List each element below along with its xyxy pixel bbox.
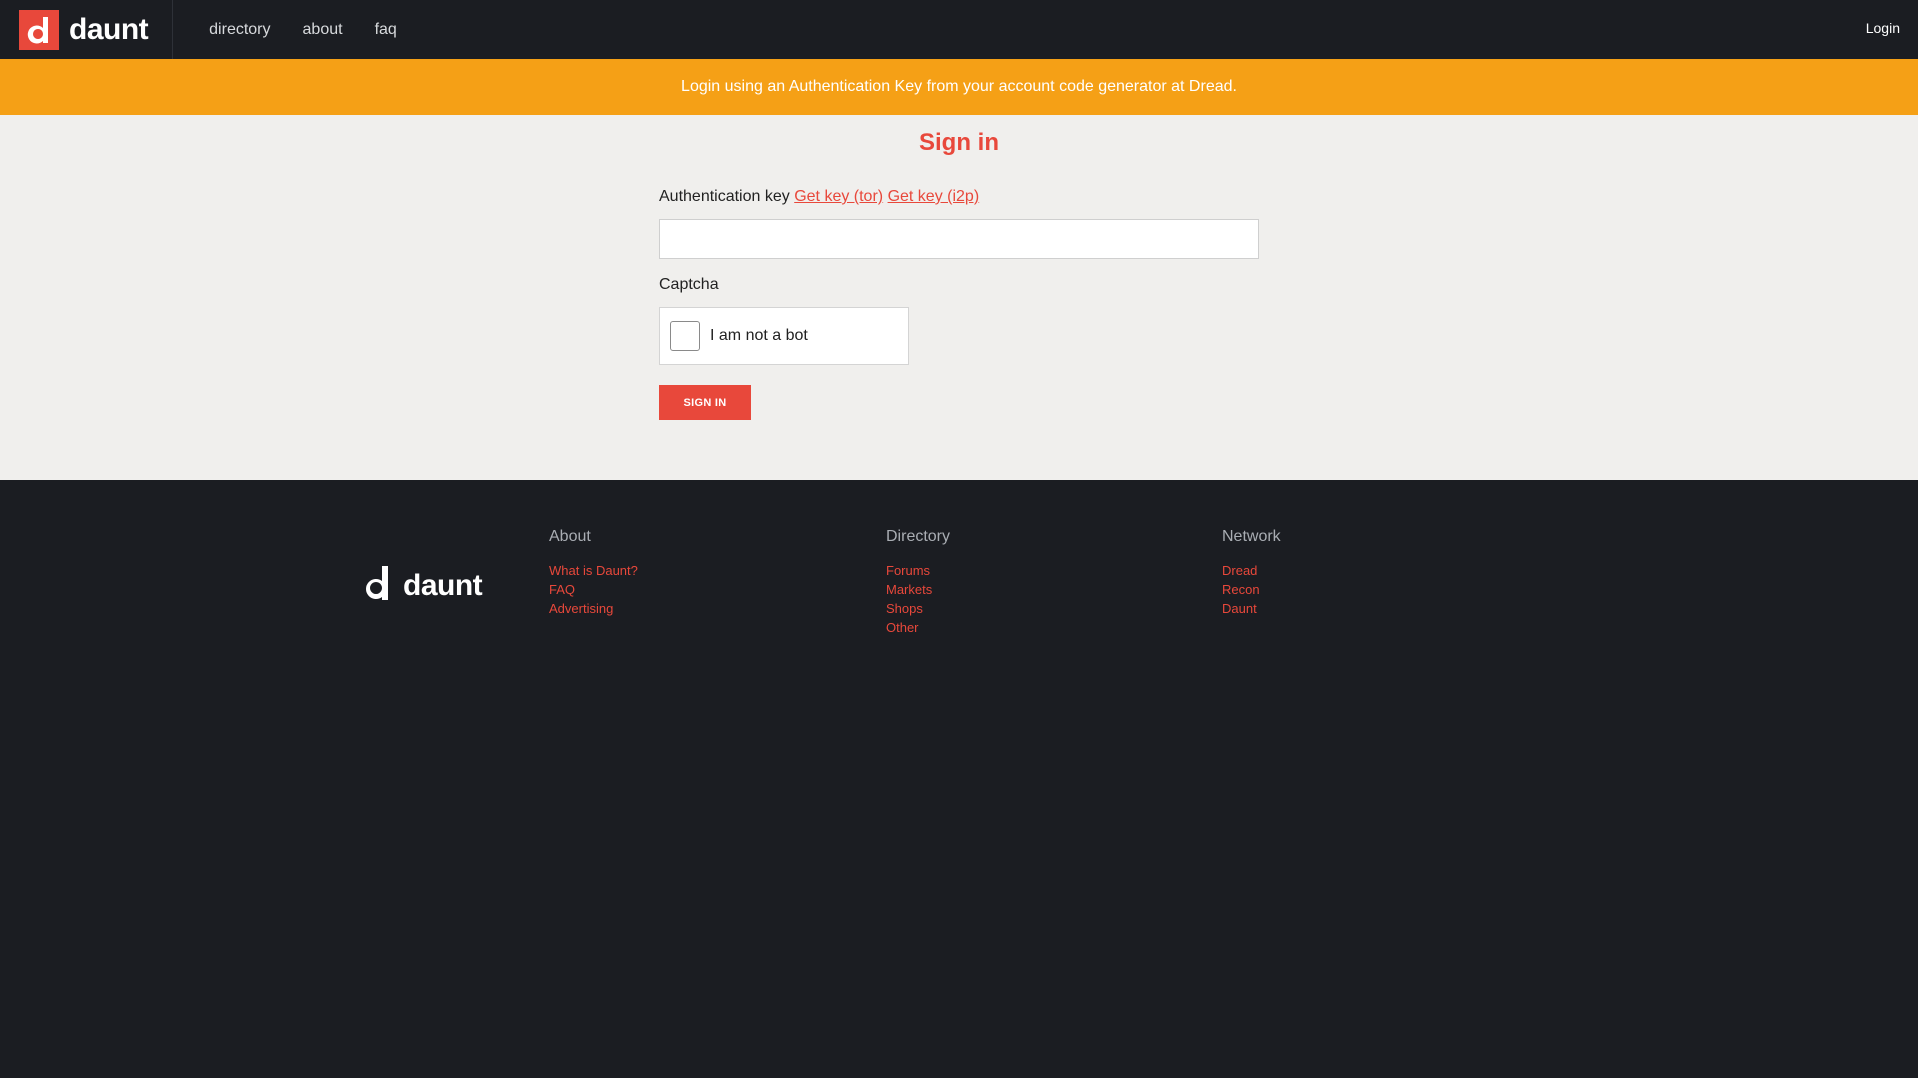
- footer-link-recon[interactable]: Recon: [1222, 580, 1281, 599]
- auth-key-label-row: Authentication key Get key (tor) Get key…: [659, 188, 1259, 210]
- footer-column-network: Network Dread Recon Daunt: [1222, 528, 1281, 618]
- footer-brand-name: daunt: [403, 568, 483, 602]
- footer-column-title: Network: [1222, 528, 1281, 545]
- page-title: Sign in: [919, 129, 999, 156]
- nav-link-directory[interactable]: directory: [209, 21, 270, 39]
- signin-form: Authentication key Get key (tor) Get key…: [659, 188, 1259, 420]
- top-navbar: daunt directory about faq Login: [0, 0, 1918, 59]
- captcha-checkbox[interactable]: [670, 321, 700, 351]
- footer-brand[interactable]: daunt: [365, 566, 483, 605]
- captcha-text: I am not a bot: [710, 327, 808, 344]
- login-link[interactable]: Login: [1866, 20, 1900, 36]
- nav-link-faq[interactable]: faq: [375, 21, 397, 39]
- footer-daunt-logo-icon: [365, 566, 393, 605]
- footer-link-shops[interactable]: Shops: [886, 599, 950, 618]
- brand-name: daunt: [69, 12, 149, 46]
- info-alert-banner: Login using an Authentication Key from y…: [0, 59, 1918, 115]
- footer-link-markets[interactable]: Markets: [886, 580, 950, 599]
- auth-key-input[interactable]: [659, 219, 1259, 259]
- captcha-label: Captcha: [659, 276, 719, 293]
- nav-link-about[interactable]: about: [303, 21, 343, 39]
- get-key-tor-link[interactable]: Get key (tor): [794, 188, 883, 205]
- footer-link-what-is-daunt[interactable]: What is Daunt?: [549, 561, 638, 580]
- footer-column-title: About: [549, 528, 591, 545]
- daunt-logo-icon: [19, 9, 59, 50]
- captcha-widget[interactable]: I am not a bot: [659, 307, 909, 365]
- main-nav: directory about faq: [193, 21, 413, 39]
- footer-link-daunt[interactable]: Daunt: [1222, 599, 1281, 618]
- signin-section: Sign in Authentication key Get key (tor)…: [0, 115, 1918, 480]
- footer-link-dread[interactable]: Dread: [1222, 561, 1281, 580]
- auth-key-label: Authentication key: [659, 188, 790, 205]
- get-key-i2p-link[interactable]: Get key (i2p): [888, 188, 980, 205]
- footer-link-forums[interactable]: Forums: [886, 561, 950, 580]
- brand-logo-link[interactable]: daunt: [0, 0, 174, 59]
- footer-link-faq[interactable]: FAQ: [549, 580, 638, 599]
- footer-link-other[interactable]: Other: [886, 618, 950, 637]
- alert-text: Login using an Authentication Key from y…: [681, 78, 1237, 95]
- footer-column-about: About What is Daunt? FAQ Advertising: [549, 528, 638, 618]
- site-footer: daunt About What is Daunt? FAQ Advertisi…: [0, 480, 1918, 1078]
- footer-column-directory: Directory Forums Markets Shops Other: [886, 528, 950, 637]
- sign-in-button[interactable]: SIGN IN: [659, 385, 751, 420]
- footer-link-advertising[interactable]: Advertising: [549, 599, 638, 618]
- footer-column-title: Directory: [886, 528, 951, 545]
